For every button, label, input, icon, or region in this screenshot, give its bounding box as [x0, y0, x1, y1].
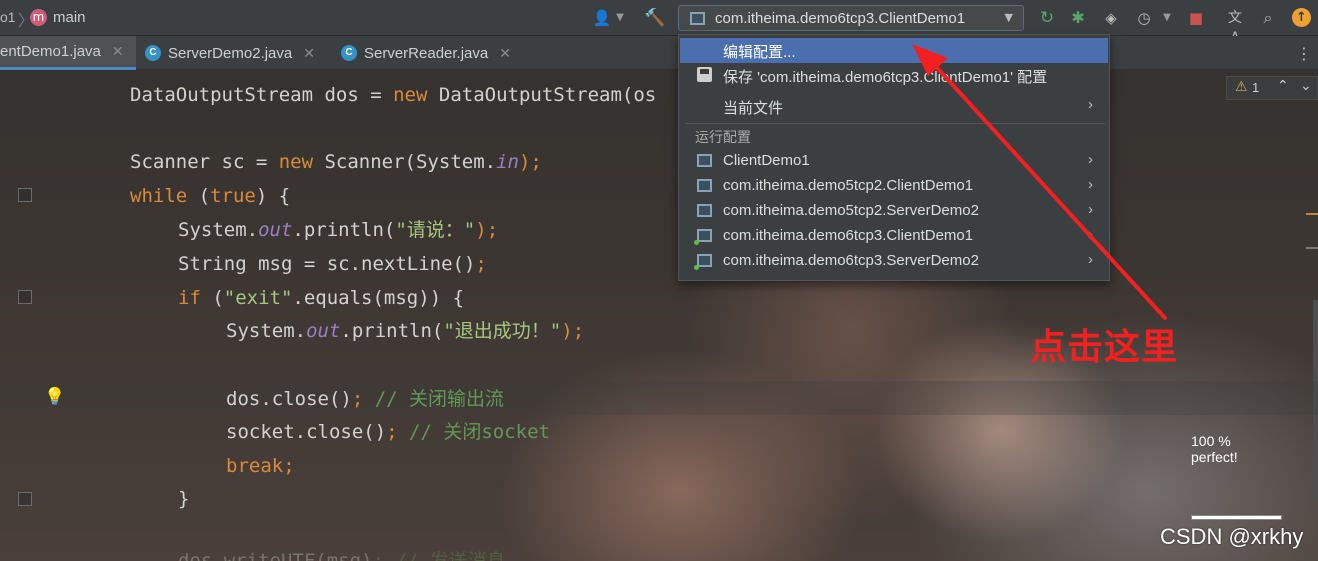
- editor-background: [0, 70, 1318, 561]
- run-config-icon: [697, 204, 712, 217]
- menu-item-edit-configurations[interactable]: 编辑配置...: [680, 38, 1108, 63]
- code-line: dos.writeUTF(msg); // 发送消息: [178, 550, 506, 561]
- run-config-running-icon: [694, 254, 712, 270]
- chevron-right-icon: ›: [1088, 201, 1093, 218]
- code-line: socket.close(); // 关闭socket: [226, 421, 550, 443]
- run-config-icon: [697, 179, 712, 192]
- warning-icon: ⚠: [1235, 79, 1248, 95]
- debug-bug-icon[interactable]: ✱: [1068, 8, 1088, 28]
- inspection-widget[interactable]: ⚠ 1 ⌃ ⌄: [1226, 76, 1318, 100]
- chevron-right-icon: ›: [1088, 151, 1093, 168]
- run-config-icon: [690, 11, 705, 25]
- warning-stripe-mark[interactable]: [1306, 213, 1318, 215]
- rerun-icon[interactable]: ↻: [1037, 8, 1057, 28]
- menu-item-current-file[interactable]: 当前文件 ›: [680, 94, 1108, 119]
- tab-label: ServerDemo2.java: [168, 44, 293, 62]
- warning-count: 1: [1252, 80, 1260, 95]
- overlay-bar: [1191, 515, 1282, 520]
- code-line: Scanner sc = new Scanner(System.in);: [130, 151, 542, 173]
- menu-item-run-config[interactable]: ClientDemo1 ›: [680, 149, 1108, 174]
- close-icon[interactable]: ✕: [499, 45, 511, 62]
- run-config-label: com.itheima.demo6tcp3.ClientDemo1: [715, 9, 966, 27]
- fold-marker-icon[interactable]: [18, 290, 32, 304]
- code-line: dos.close(); // 关闭输出流: [226, 388, 505, 410]
- run-config-dropdown: 编辑配置... 保存 'com.itheima.demo6tcp3.Client…: [678, 34, 1110, 281]
- chevron-right-icon: ›: [1088, 176, 1093, 193]
- annotation-label: 点击这里: [1030, 327, 1179, 368]
- code-line: if ("exit".equals(msg)) {: [178, 287, 465, 309]
- overlay-status-text: perfect!: [1191, 449, 1238, 465]
- java-class-icon: C: [145, 45, 161, 61]
- fold-marker-icon[interactable]: [18, 188, 32, 202]
- editor-tabbar: entDemo1.java ✕ C ServerDemo2.java ✕ C S…: [0, 36, 1318, 70]
- run-configuration-selector[interactable]: com.itheima.demo6tcp3.ClientDemo1 ▼: [678, 5, 1024, 31]
- build-hammer-icon[interactable]: 🔨: [644, 8, 665, 28]
- menu-item-run-config[interactable]: com.itheima.demo6tcp3.ClientDemo1 ›: [680, 224, 1108, 249]
- menu-section-header: 运行配置: [695, 129, 751, 145]
- main-toolbar: o1 〉 m main 👤 ▼ 🔨 com.itheima.demo6tcp3.…: [0, 0, 1318, 46]
- translate-icon[interactable]: 文A: [1225, 8, 1245, 46]
- chevron-right-icon: ›: [1088, 96, 1093, 113]
- chevron-down-icon[interactable]: ▼: [1157, 8, 1177, 28]
- menu-item-run-config[interactable]: com.itheima.demo6tcp3.ServerDemo2 ›: [680, 249, 1108, 274]
- git-branch-label[interactable]: main: [53, 9, 86, 26]
- current-line-highlight: [0, 381, 1318, 415]
- tab-label: entDemo1.java: [0, 43, 101, 60]
- stop-icon[interactable]: ■: [1186, 8, 1206, 28]
- tab-serverreader[interactable]: C ServerReader.java ✕: [332, 36, 532, 70]
- chevron-right-icon: ›: [1088, 251, 1093, 268]
- search-icon[interactable]: ⌕: [1258, 8, 1278, 28]
- close-icon[interactable]: ✕: [303, 45, 315, 62]
- stripe-mark[interactable]: [1306, 247, 1318, 249]
- run-config-running-icon: [694, 229, 712, 245]
- csdn-watermark: CSDN @xrkhy: [1160, 524, 1304, 549]
- menu-item-run-config[interactable]: com.itheima.demo5tcp2.ClientDemo1 ›: [680, 174, 1108, 199]
- profile-icon[interactable]: ◷: [1134, 8, 1154, 28]
- user-icon[interactable]: 👤: [592, 8, 612, 28]
- project-breadcrumb[interactable]: o1: [0, 9, 16, 25]
- overlay-percent: 100 %: [1191, 433, 1231, 449]
- save-icon: [697, 67, 712, 82]
- tab-label: ServerReader.java: [364, 44, 489, 62]
- code-line: }: [178, 488, 190, 510]
- menu-item-save-configuration[interactable]: 保存 'com.itheima.demo6tcp3.ClientDemo1' 配…: [680, 63, 1108, 88]
- code-line: System.out.println("请说：");: [178, 219, 499, 241]
- run-config-icon: [697, 154, 712, 167]
- update-arrow-icon[interactable]: ↑: [1292, 8, 1311, 27]
- coverage-shield-icon[interactable]: ◈: [1101, 8, 1121, 28]
- close-icon[interactable]: ✕: [112, 43, 124, 60]
- code-line: while (true) {: [130, 185, 291, 207]
- tab-clientdemo1[interactable]: entDemo1.java ✕: [0, 36, 136, 70]
- git-branch-icon: m: [30, 9, 47, 26]
- code-line: String msg = sc.nextLine();: [178, 253, 487, 275]
- code-line: DataOutputStream dos = new DataOutputStr…: [130, 84, 657, 106]
- lightbulb-icon[interactable]: 💡: [44, 387, 65, 407]
- chevron-up-icon[interactable]: ⌃: [1277, 78, 1289, 94]
- tab-serverdemo2[interactable]: C ServerDemo2.java ✕: [136, 36, 332, 70]
- menu-separator: [685, 123, 1105, 124]
- java-class-icon: C: [341, 45, 357, 61]
- chevron-right-icon: ›: [1088, 226, 1093, 243]
- fold-marker-icon[interactable]: [18, 492, 32, 506]
- menu-item-run-config[interactable]: com.itheima.demo5tcp2.ServerDemo2 ›: [680, 199, 1108, 224]
- chevron-down-icon[interactable]: ⌄: [1300, 78, 1312, 94]
- code-line: break;: [226, 455, 295, 477]
- chevron-down-icon: ▼: [1004, 11, 1013, 24]
- code-line: System.out.println("退出成功！");: [226, 320, 585, 342]
- more-vertical-icon[interactable]: ⋮: [1296, 44, 1312, 63]
- overlay-status: 100 % perfect!: [1191, 433, 1238, 465]
- chevron-down-icon[interactable]: ▼: [610, 8, 630, 28]
